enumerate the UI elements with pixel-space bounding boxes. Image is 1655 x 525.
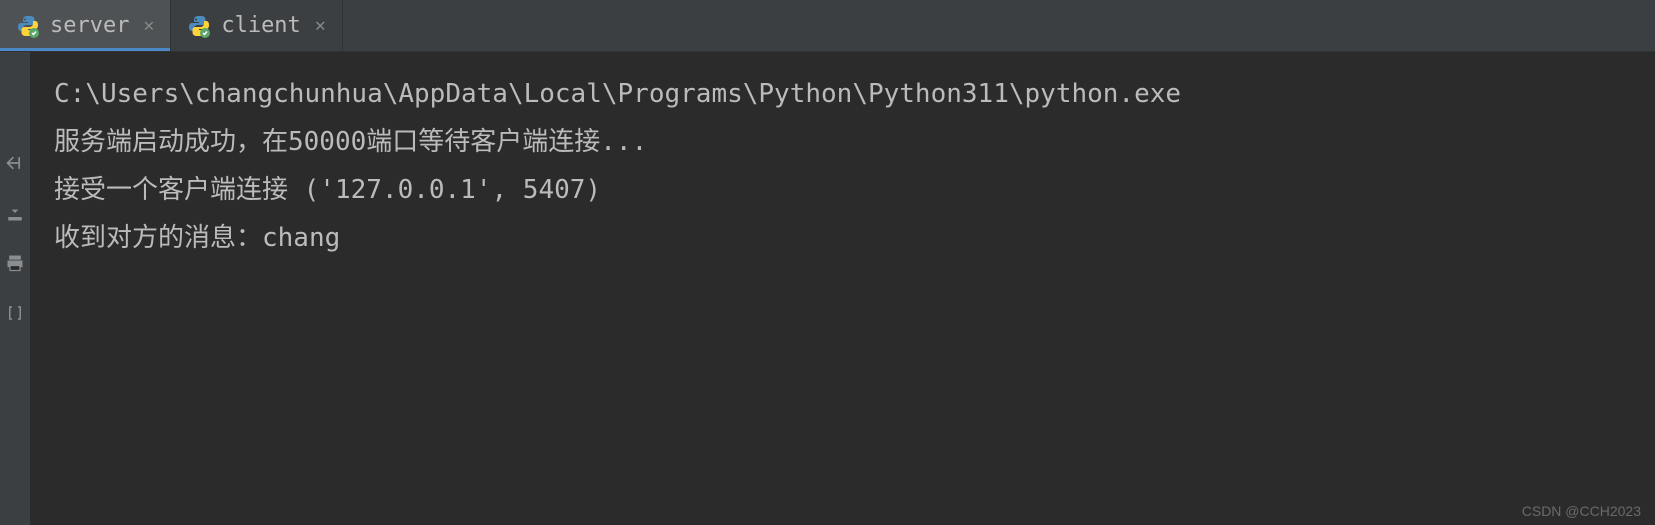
print-icon[interactable] [4,252,26,274]
tab-client[interactable]: client ✕ [171,0,342,51]
python-icon [187,14,211,38]
tab-server[interactable]: server ✕ [0,0,171,51]
download-icon[interactable] [4,202,26,224]
tab-label: server [50,13,129,38]
main-area: C:\Users\changchunhua\AppData\Local\Prog… [0,52,1655,525]
gutter [0,52,30,525]
tab-bar: server ✕ client ✕ [0,0,1655,52]
return-icon[interactable] [4,152,26,174]
console-output[interactable]: C:\Users\changchunhua\AppData\Local\Prog… [30,52,1655,525]
console-line: 接受一个客户端连接 ('127.0.0.1', 5407) [54,166,1631,214]
python-icon [16,14,40,38]
console-line: C:\Users\changchunhua\AppData\Local\Prog… [54,70,1631,118]
bracket-icon[interactable] [4,302,26,324]
close-icon[interactable]: ✕ [315,17,326,35]
watermark: CSDN @CCH2023 [1522,503,1641,519]
close-icon[interactable]: ✕ [143,17,154,35]
tab-label: client [221,13,300,38]
console-line: 服务端启动成功，在50000端口等待客户端连接... [54,118,1631,166]
console-line: 收到对方的消息：chang [54,214,1631,262]
